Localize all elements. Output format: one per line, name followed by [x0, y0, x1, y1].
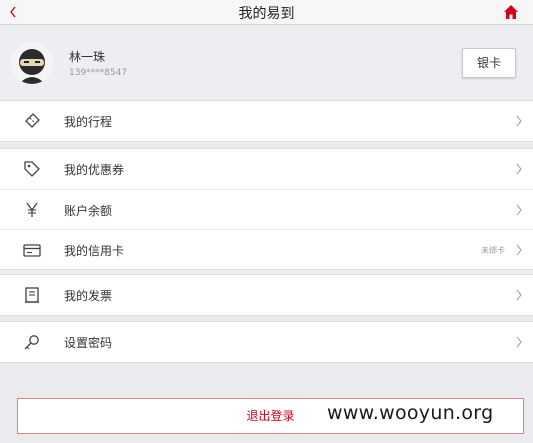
home-button[interactable]: [503, 4, 519, 20]
chevron-right-icon: [516, 244, 522, 256]
chevron-right-icon: [516, 336, 522, 348]
page-title: 我的易到: [238, 6, 295, 22]
menu-item-coupons[interactable]: 我的优惠券: [0, 149, 533, 189]
chevron-right-icon: [516, 115, 522, 127]
chevron-right-icon: [516, 204, 522, 216]
menu-item-label: 我的优惠券: [64, 163, 125, 177]
receipt-icon: [25, 287, 39, 303]
ticket-icon: [25, 113, 40, 128]
credit-card-status: 未绑卡: [481, 246, 505, 255]
menu-item-invoice[interactable]: 我的发票: [0, 275, 533, 315]
menu-item-password[interactable]: 设置密码: [0, 322, 533, 362]
menu-group-invoice: 我的发票: [0, 274, 533, 316]
chevron-right-icon: [516, 163, 522, 175]
user-name: 林一珠: [69, 50, 106, 64]
profile-card: 林一珠 139****8547 银卡: [0, 25, 533, 100]
menu-item-label: 我的发票: [64, 289, 113, 303]
menu-group-trips: 我的行程: [0, 100, 533, 142]
menu-item-label: 账户余额: [64, 204, 113, 218]
watermark: www.wooyun.org: [327, 402, 494, 424]
credit-card-icon: [23, 244, 41, 257]
menu-item-trips[interactable]: 我的行程: [0, 101, 533, 141]
yen-icon: [26, 202, 38, 217]
top-bar: 我的易到: [0, 0, 533, 25]
menu-item-label: 我的信用卡: [64, 244, 125, 258]
menu-group-password: 设置密码: [0, 321, 533, 363]
bind-card-button[interactable]: 银卡: [462, 48, 516, 78]
menu-item-balance[interactable]: 账户余额: [0, 189, 533, 229]
tag-icon: [24, 161, 40, 177]
ninja-avatar-icon: [11, 42, 53, 84]
user-phone: 139****8547: [69, 68, 128, 78]
home-icon: [504, 5, 518, 19]
chevron-right-icon: [516, 289, 522, 301]
key-icon: [24, 335, 39, 350]
menu-item-credit-card[interactable]: 我的信用卡 未绑卡: [0, 229, 533, 269]
avatar: [11, 42, 53, 84]
menu-item-label: 设置密码: [64, 336, 113, 350]
menu-group-wallet: 我的优惠券 账户余额 我的信用卡 未绑卡: [0, 148, 533, 270]
menu-item-label: 我的行程: [64, 115, 113, 129]
